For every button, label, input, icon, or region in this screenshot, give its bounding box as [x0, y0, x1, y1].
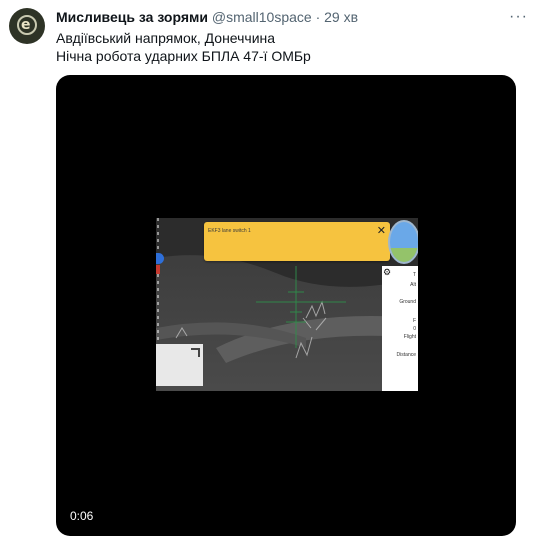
- author-handle[interactable]: @small10space: [212, 9, 312, 25]
- avatar-glyph: e: [21, 17, 31, 33]
- telemetry-label: Flight: [403, 334, 416, 340]
- author-name[interactable]: Мисливець за зорями: [56, 9, 208, 25]
- more-horizontal-icon[interactable]: ···: [509, 8, 528, 26]
- attitude-indicator: [388, 220, 418, 264]
- gear-icon[interactable]: ⚙: [383, 267, 391, 278]
- video-frame: EKF3 lane switch 1 ✕ T Alt Ground F 0 Fl…: [156, 218, 418, 391]
- telemetry-panel: T Alt Ground F 0 Flight Distance: [382, 266, 418, 391]
- minimap-box[interactable]: [156, 344, 203, 386]
- tweet[interactable]: e Мисливець за зорями @small10space · 29…: [0, 0, 540, 541]
- telemetry-label: F: [412, 318, 416, 324]
- tweet-text-line-2: Нічна робота ударних БПЛА 47-ї ОМБр: [56, 48, 311, 64]
- video-player[interactable]: EKF3 lane switch 1 ✕ T Alt Ground F 0 Fl…: [56, 75, 516, 536]
- avatar[interactable]: e: [9, 8, 45, 44]
- video-timecode: 0:06: [70, 509, 94, 523]
- notification-banner[interactable]: EKF3 lane switch 1 ✕: [204, 222, 390, 261]
- expand-corner-icon[interactable]: [191, 348, 200, 357]
- tweet-header: Мисливець за зорями @small10space · 29 х…: [56, 9, 358, 25]
- attitude-ground: [390, 248, 418, 262]
- telemetry-label: Ground: [399, 299, 416, 305]
- tweet-time[interactable]: 29 хв: [324, 9, 358, 25]
- telemetry-label: Alt: [410, 282, 416, 288]
- telemetry-label: Distance: [396, 352, 416, 358]
- notification-text: EKF3 lane switch 1: [208, 228, 251, 234]
- telemetry-label: T: [412, 272, 416, 278]
- telemetry-label: 0: [413, 326, 416, 332]
- close-icon[interactable]: ✕: [377, 226, 386, 237]
- separator-dot: ·: [315, 9, 321, 25]
- tweet-text: Авдіївський напрямок, Донеччина Нічна ро…: [56, 29, 311, 65]
- tweet-text-line-1: Авдіївський напрямок, Донеччина: [56, 30, 276, 46]
- warning-indicator: [156, 265, 160, 274]
